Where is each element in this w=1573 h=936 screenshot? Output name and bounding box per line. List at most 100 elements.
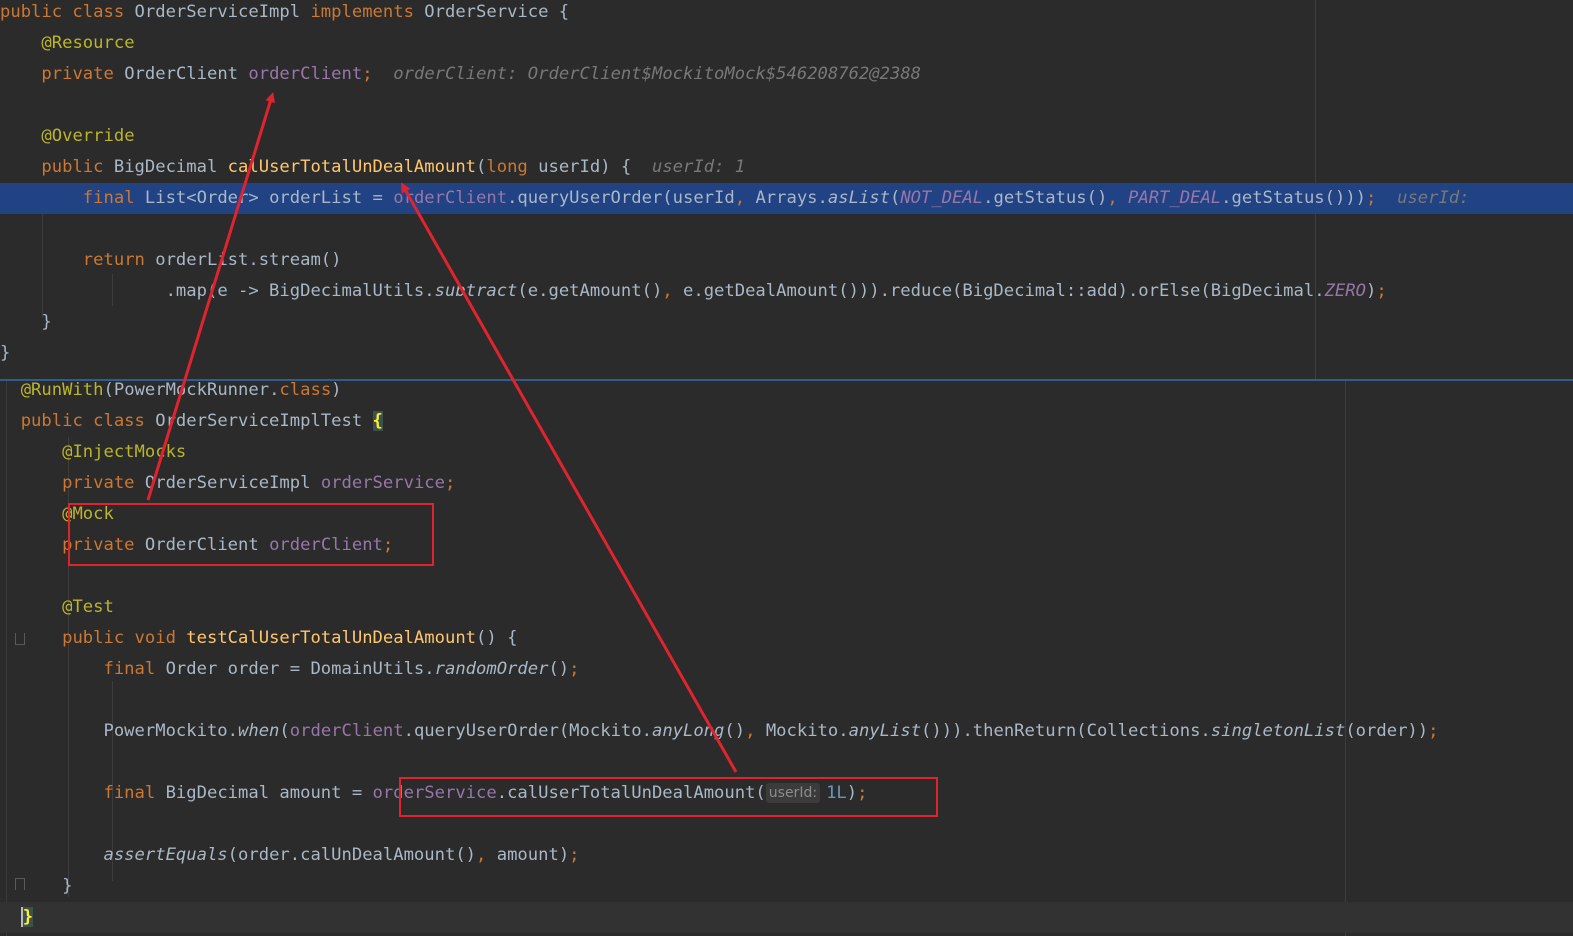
code-line[interactable]: .map(e -> BigDecimalUtils.subtract(e.get… xyxy=(0,276,1573,307)
closing-brace: } xyxy=(41,312,52,332)
comma: , xyxy=(476,845,497,865)
code-line[interactable]: @Resource xyxy=(0,28,1573,59)
semicolon: ; xyxy=(1366,188,1377,208)
code-text: userId) { xyxy=(538,157,632,177)
editor-pane-order-service-impl-test[interactable]: @RunWith(PowerMockRunner.class) public c… xyxy=(0,381,1573,936)
type-name: BigDecimal xyxy=(113,157,228,177)
keyword: long xyxy=(486,157,539,177)
code-text: .getStatus())) xyxy=(1221,188,1367,208)
code-text: Arrays. xyxy=(755,188,828,208)
code-text: ( xyxy=(889,188,901,208)
code-text: ( xyxy=(279,721,290,741)
class-name: OrderServiceImplTest xyxy=(155,411,373,431)
semicolon: ; xyxy=(1428,721,1439,741)
code-text: orderList.stream() xyxy=(155,250,342,270)
execution-point-line[interactable]: final List<Order> orderList = orderClien… xyxy=(0,183,1573,214)
code-line[interactable]: assertEquals(order.calUnDealAmount(), am… xyxy=(0,840,1573,871)
static-method: anyList xyxy=(848,721,922,741)
static-method: anyLong xyxy=(651,721,725,741)
semicolon: ; xyxy=(569,845,580,865)
static-method: subtract xyxy=(434,281,518,301)
caret-line[interactable]: } xyxy=(0,902,1573,933)
code-line[interactable]: @RunWith(PowerMockRunner.class) xyxy=(0,381,1573,406)
keyword: private xyxy=(41,64,125,84)
code-line[interactable]: PowerMockito.when(orderClient.queryUserO… xyxy=(0,716,1573,747)
static-method: singletonList xyxy=(1210,721,1346,741)
keyword: public xyxy=(41,157,114,177)
code-line[interactable]: } xyxy=(0,307,1573,338)
matched-brace: } xyxy=(20,907,34,927)
code-line[interactable]: final Order order = DomainUtils.randomOr… xyxy=(0,654,1573,685)
comma: , xyxy=(662,281,683,301)
debug-inline-value: userId: xyxy=(1397,188,1470,208)
semicolon: ; xyxy=(1376,281,1387,301)
static-method: randomOrder xyxy=(434,659,549,679)
annotation: @Resource xyxy=(41,33,135,53)
field-name: orderClient xyxy=(393,188,508,208)
code-text: .map(e -> BigDecimalUtils. xyxy=(165,281,435,301)
keyword: final xyxy=(82,188,145,208)
static-method: asList xyxy=(827,188,890,208)
code-line[interactable]: } xyxy=(0,871,1573,902)
code-line[interactable]: private OrderClient orderClient; orderCl… xyxy=(0,59,1573,90)
highlight-box-mock-field xyxy=(68,503,434,566)
comma: , xyxy=(734,188,756,208)
closing-brace: } xyxy=(0,343,11,363)
field-name: orderClient xyxy=(289,721,404,741)
code-line[interactable]: public void testCalUserTotalUnDealAmount… xyxy=(0,623,1573,654)
code-line[interactable]: public BigDecimal calUserTotalUnDealAmou… xyxy=(0,152,1573,183)
type-name: OrderServiceImpl xyxy=(144,473,321,493)
closing-brace: } xyxy=(62,876,73,896)
static-method: assertEquals xyxy=(103,845,228,865)
code-text: e.getDealAmount())).reduce(BigDecimal::a… xyxy=(683,281,1325,301)
code-text: (e.getAmount() xyxy=(517,281,663,301)
field-name: orderClient xyxy=(248,64,363,84)
type-name: OrderClient xyxy=(124,64,249,84)
annotation: @Test xyxy=(62,597,114,617)
code-text: ) xyxy=(331,381,342,400)
code-text: amount) xyxy=(496,845,570,865)
code-text: () xyxy=(548,659,570,679)
method-name: testCalUserTotalUnDealAmount xyxy=(186,628,477,648)
debug-inline-value: userId: 1 xyxy=(651,157,746,177)
field-name: orderService xyxy=(320,473,445,493)
keyword: return xyxy=(82,250,156,270)
editor-pane-order-service-impl[interactable]: public class OrderServiceImpl implements… xyxy=(0,0,1573,379)
keyword: implements xyxy=(310,2,425,22)
code-text: BigDecimal amount = xyxy=(165,783,373,803)
static-field: PART_DEAL xyxy=(1128,188,1222,208)
class-name: OrderServiceImpl xyxy=(134,2,311,22)
code-line[interactable]: private OrderServiceImpl orderService; xyxy=(0,468,1573,499)
semicolon: ; xyxy=(362,64,373,84)
keyword: public class xyxy=(0,2,135,22)
code-text: List<Order> orderList = xyxy=(144,188,394,208)
comma: , xyxy=(1107,188,1129,208)
comma: , xyxy=(745,721,766,741)
code-line[interactable]: @InjectMocks xyxy=(0,437,1573,468)
code-text: Order order = DomainUtils. xyxy=(165,659,435,679)
code-line[interactable]: return orderList.stream() xyxy=(0,245,1573,276)
semicolon: ; xyxy=(445,473,456,493)
code-line[interactable]: public class OrderServiceImpl implements… xyxy=(0,0,1573,28)
code-text: .getStatus() xyxy=(983,188,1108,208)
static-field: ZERO xyxy=(1324,281,1366,301)
static-field: NOT_DEAL xyxy=(900,188,984,208)
code-text: (order)) xyxy=(1345,721,1429,741)
matched-brace: { xyxy=(372,411,383,431)
code-line[interactable]: @Override xyxy=(0,121,1573,152)
static-method: when xyxy=(238,721,280,741)
highlight-box-method-call xyxy=(399,777,938,817)
method-name: calUserTotalUnDealAmount xyxy=(227,157,477,177)
keyword: public class xyxy=(20,411,156,431)
code-line[interactable]: public class OrderServiceImplTest { xyxy=(0,406,1573,437)
keyword: class xyxy=(279,381,332,400)
keyword: final xyxy=(103,783,166,803)
code-line[interactable]: } xyxy=(0,338,1573,369)
annotation: @InjectMocks xyxy=(62,442,187,462)
code-text: .queryUserOrder(userId xyxy=(507,188,735,208)
annotation: @RunWith xyxy=(20,381,104,400)
code-text: .queryUserOrder(Mockito. xyxy=(403,721,652,741)
code-text: ( xyxy=(476,157,487,177)
keyword: private xyxy=(62,473,145,493)
code-line[interactable]: @Test xyxy=(0,592,1573,623)
